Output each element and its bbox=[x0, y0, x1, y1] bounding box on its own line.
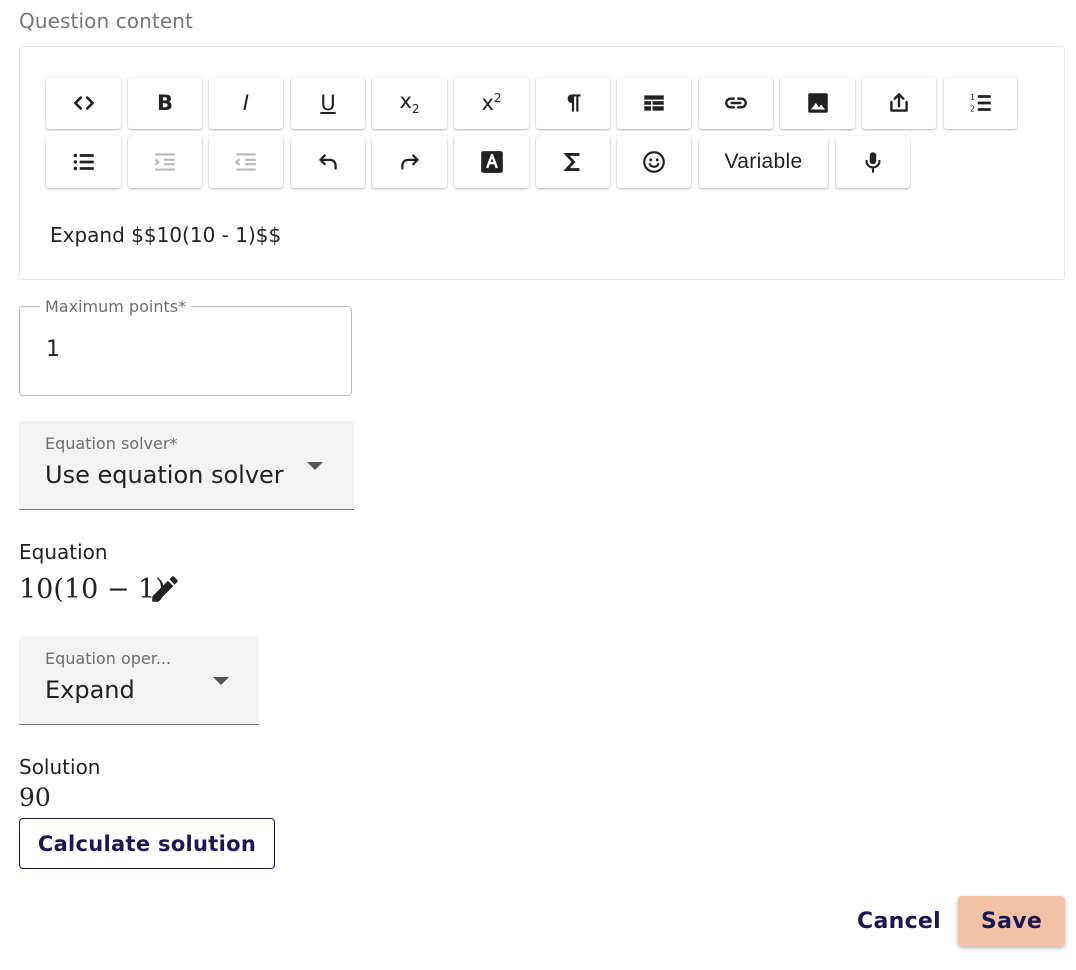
equation-operation-value: Expand bbox=[45, 676, 135, 704]
maximum-points-value[interactable]: 1 bbox=[46, 337, 60, 362]
solution-value: 90 bbox=[19, 783, 51, 812]
variable-button[interactable]: Variable bbox=[699, 136, 828, 188]
calculate-solution-button[interactable]: Calculate solution bbox=[19, 818, 275, 869]
table-icon bbox=[644, 95, 664, 111]
equation-solver-select[interactable]: Equation solver* Use equation solver bbox=[19, 421, 354, 510]
bold-button[interactable]: B bbox=[128, 77, 202, 129]
equation-solver-label: Equation solver* bbox=[45, 434, 178, 453]
superscript-base: x bbox=[481, 91, 494, 115]
svg-text:1: 1 bbox=[970, 93, 975, 102]
subscript-icon: x2 bbox=[399, 89, 419, 116]
cancel-button[interactable]: Cancel bbox=[846, 896, 952, 946]
numbered-list-button[interactable]: 12 bbox=[944, 77, 1017, 129]
bullet-list-button[interactable] bbox=[46, 136, 121, 188]
microphone-icon bbox=[865, 152, 881, 173]
subscript-index: 2 bbox=[411, 102, 420, 117]
question-text[interactable]: Expand $$10(10 - 1)$$ bbox=[50, 223, 281, 247]
italic-icon: I bbox=[242, 90, 250, 115]
table-button[interactable] bbox=[617, 77, 691, 129]
question-content-label: Question content bbox=[19, 9, 193, 33]
link-button[interactable] bbox=[699, 77, 773, 129]
indent-icon bbox=[154, 153, 175, 171]
subscript-button[interactable]: x2 bbox=[372, 77, 447, 129]
edit-icon[interactable] bbox=[148, 572, 182, 606]
superscript-index: 2 bbox=[493, 91, 502, 105]
text-color-button[interactable] bbox=[454, 136, 529, 188]
image-button[interactable] bbox=[780, 77, 855, 129]
variable-button-label: Variable bbox=[724, 150, 803, 173]
emoji-button[interactable] bbox=[617, 136, 691, 188]
maximum-points-field[interactable]: Maximum points* 1 bbox=[19, 297, 352, 396]
equation-operation-label: Equation oper... bbox=[45, 649, 172, 668]
superscript-icon: x2 bbox=[481, 91, 501, 115]
equation-label: Equation bbox=[19, 540, 108, 564]
emoji-icon bbox=[643, 151, 665, 173]
equation-solver-value: Use equation solver bbox=[45, 461, 284, 489]
paragraph-icon bbox=[567, 94, 581, 112]
indent-button[interactable] bbox=[128, 136, 202, 188]
link-icon bbox=[725, 97, 747, 109]
italic-button[interactable]: I bbox=[209, 77, 283, 129]
subscript-base: x bbox=[399, 89, 412, 114]
equation-value: 10(10 − 1) bbox=[19, 574, 166, 605]
upload-icon bbox=[890, 93, 908, 112]
microphone-button[interactable] bbox=[836, 136, 910, 188]
source-code-button[interactable] bbox=[46, 77, 121, 129]
svg-text:2: 2 bbox=[970, 105, 975, 114]
maximum-points-label: Maximum points* bbox=[40, 297, 192, 316]
equation-operation-select[interactable]: Equation oper... Expand bbox=[19, 636, 259, 725]
sigma-icon bbox=[563, 153, 580, 171]
outdent-icon bbox=[234, 153, 256, 171]
save-button[interactable]: Save bbox=[958, 896, 1065, 946]
underline-icon: U bbox=[320, 90, 336, 115]
paragraph-button[interactable] bbox=[536, 77, 610, 129]
image-icon bbox=[807, 93, 828, 113]
outdent-button[interactable] bbox=[209, 136, 283, 188]
undo-button[interactable] bbox=[291, 136, 365, 188]
undo-icon bbox=[319, 154, 337, 170]
superscript-button[interactable]: x2 bbox=[454, 77, 529, 129]
bold-icon: B bbox=[156, 90, 173, 115]
rich-text-editor: B I U x2 x2 12 Variable Expand $$10(10 -… bbox=[19, 46, 1065, 280]
numbered-list-icon: 12 bbox=[970, 93, 991, 114]
redo-icon bbox=[400, 154, 419, 170]
chevron-down-icon bbox=[213, 677, 229, 685]
upload-button[interactable] bbox=[862, 77, 936, 129]
underline-button[interactable]: U bbox=[291, 77, 365, 129]
text-color-icon bbox=[480, 151, 503, 173]
solution-label: Solution bbox=[19, 755, 101, 779]
bullet-list-icon bbox=[73, 153, 94, 171]
formula-button[interactable] bbox=[536, 136, 610, 188]
redo-button[interactable] bbox=[372, 136, 447, 188]
code-icon bbox=[73, 96, 94, 110]
chevron-down-icon bbox=[307, 462, 323, 470]
